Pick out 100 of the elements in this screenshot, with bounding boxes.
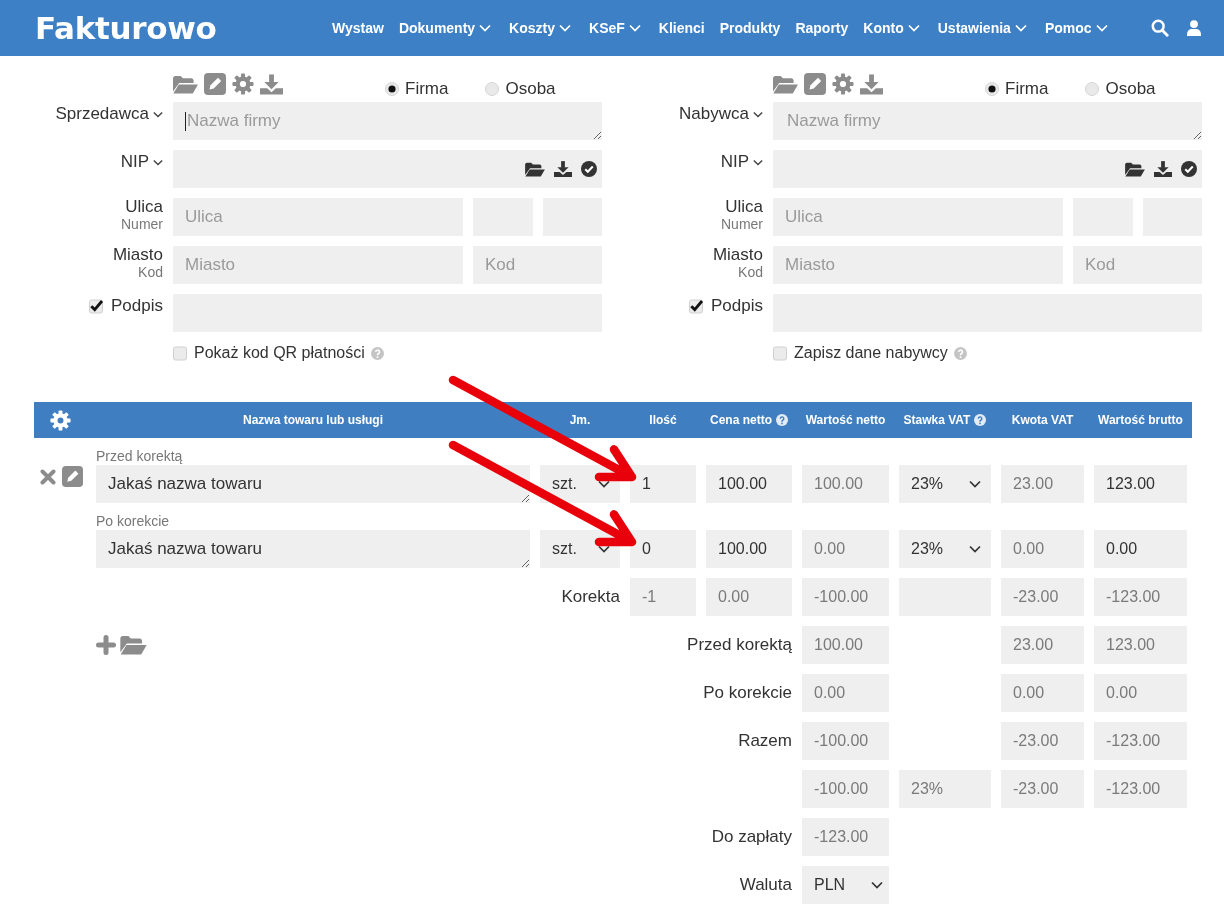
help-icon[interactable]: [974, 414, 987, 426]
column-header: Ilość: [649, 412, 677, 429]
radio-option[interactable]: Osoba: [1085, 79, 1156, 99]
company-name-field[interactable]: Nazwa firmy: [773, 102, 1202, 140]
help-icon[interactable]: [776, 414, 788, 426]
tax-id-dropdown[interactable]: NIP: [720, 152, 763, 172]
nav-menu-item[interactable]: KSeF: [589, 17, 644, 39]
radio-icon[interactable]: [485, 82, 500, 96]
city-field[interactable]: Miasto: [773, 246, 1063, 284]
edit-icon[interactable]: [62, 466, 83, 487]
row-label: Korekta: [561, 586, 620, 609]
edit-icon[interactable]: [804, 73, 826, 95]
quantity-field[interactable]: 0: [630, 530, 696, 568]
vat-total-field: -23.00: [1001, 722, 1084, 760]
postal-code-field[interactable]: Kod: [1073, 246, 1202, 284]
gross-value-field[interactable]: 123.00: [1094, 465, 1187, 503]
download-icon[interactable]: [554, 161, 572, 177]
radio-icon[interactable]: [985, 82, 999, 96]
postal-code-field[interactable]: Kod: [473, 246, 602, 284]
summary-label: Po korekcie: [703, 682, 792, 705]
checkbox-icon[interactable]: [689, 298, 704, 314]
chevron-down-icon: [871, 881, 883, 889]
tax-id-field[interactable]: [773, 150, 1202, 188]
city-field[interactable]: Miasto: [173, 246, 463, 284]
column-header: Jm.: [569, 412, 591, 429]
nav-menu-item[interactable]: Produkty: [719, 17, 781, 39]
column-header: Stawka VAT: [903, 412, 971, 429]
folder-icon[interactable]: [525, 161, 545, 177]
nav-menu-item[interactable]: Raporty: [795, 17, 849, 39]
company-name-field[interactable]: Nazwa firmy: [173, 102, 602, 140]
product-name-field[interactable]: Jakaś nazwa towaru: [96, 465, 530, 503]
chevron-down-icon: [598, 545, 610, 553]
nav-menu-item[interactable]: Wystaw: [332, 17, 384, 39]
tax-id-dropdown[interactable]: NIP: [120, 152, 163, 172]
column-header: Wartość netto: [805, 412, 886, 429]
net-total-field: -100.00: [802, 722, 889, 760]
net-value-field: 100.00: [802, 465, 889, 503]
party-role-dropdown[interactable]: Sprzedawca: [55, 104, 163, 124]
net-value-field: 0.00: [802, 530, 889, 568]
unit-select[interactable]: szt.: [540, 530, 620, 568]
currency-select[interactable]: PLN: [802, 866, 889, 904]
field-label: Ulica: [725, 198, 763, 216]
nav-menu-item[interactable]: Konto: [863, 17, 923, 39]
quantity-field: -1: [630, 578, 696, 616]
settings-icon[interactable]: [49, 409, 71, 431]
nav-menu-item[interactable]: Koszty: [509, 17, 574, 39]
folder-icon[interactable]: [1125, 161, 1145, 177]
party-role-dropdown[interactable]: Nabywca: [679, 104, 763, 124]
signature-checkbox[interactable]: Podpis: [89, 296, 163, 316]
checkbox-icon[interactable]: [773, 345, 788, 361]
nav-menu-item[interactable]: Pomoc: [1044, 17, 1111, 39]
radio-icon[interactable]: [1085, 82, 1100, 96]
chevron-down-icon: [598, 480, 610, 488]
check-circle-icon[interactable]: [581, 161, 597, 177]
nav-menu-item[interactable]: Ustawienia: [937, 17, 1030, 39]
vat-rate-field: 23%: [899, 770, 991, 808]
checkbox-icon[interactable]: [173, 345, 188, 361]
field-sublabel: Kod: [738, 264, 763, 281]
download-icon[interactable]: [1154, 161, 1172, 177]
vat-rate-select[interactable]: 23%: [899, 530, 991, 568]
radio-option[interactable]: Osoba: [485, 79, 556, 99]
radio-option[interactable]: Firma: [985, 79, 1049, 99]
nav-menu-item[interactable]: Dokumenty: [398, 17, 495, 39]
settings-icon[interactable]: [232, 73, 254, 95]
street-field[interactable]: Ulica: [773, 198, 1063, 236]
help-icon[interactable]: [953, 346, 967, 360]
column-header: Nazwa towaru lub usługi: [243, 412, 383, 429]
tax-id-field[interactable]: [173, 150, 602, 188]
product-name-field[interactable]: Jakaś nazwa towaru: [96, 530, 530, 568]
radio-option[interactable]: Firma: [385, 79, 449, 99]
check-circle-icon[interactable]: [1181, 161, 1197, 177]
summary-label: Przed korektą: [687, 634, 792, 657]
edit-icon[interactable]: [204, 73, 226, 95]
chevron-down-icon: [753, 110, 763, 118]
plus-icon[interactable]: [96, 635, 116, 655]
settings-icon[interactable]: [832, 73, 854, 95]
vat-amount-field: 23.00: [1001, 465, 1084, 503]
gross-value-field[interactable]: 0.00: [1094, 530, 1187, 568]
column-header: Kwota VAT: [1011, 412, 1074, 429]
option-checkbox[interactable]: Pokaż kod QR płatności: [173, 343, 365, 363]
street-field[interactable]: Ulica: [173, 198, 463, 236]
chevron-down-icon: [153, 158, 163, 166]
nav-menu-item[interactable]: Klienci: [658, 17, 705, 39]
signature-checkbox[interactable]: Podpis: [689, 296, 763, 316]
field-label: Ulica: [125, 198, 163, 216]
vat-rate-select[interactable]: 23%: [899, 465, 991, 503]
field-sublabel: Numer: [121, 216, 163, 233]
unit-price-field[interactable]: 100.00: [706, 530, 792, 568]
app-logo[interactable]: Fakturowo: [35, 10, 217, 46]
checkbox-icon[interactable]: [89, 298, 104, 314]
quantity-field[interactable]: 1: [630, 465, 696, 503]
radio-icon[interactable]: [385, 82, 399, 96]
help-icon[interactable]: [370, 346, 384, 360]
delete-icon[interactable]: [40, 468, 56, 485]
summary-label: Do zapłaty: [711, 826, 792, 849]
search-icon[interactable]: [1151, 19, 1169, 37]
option-checkbox[interactable]: Zapisz dane nabywcy: [773, 343, 948, 363]
vat-amount-field: 0.00: [1001, 530, 1084, 568]
user-icon[interactable]: [1187, 20, 1201, 36]
unit-price-field[interactable]: 100.00: [706, 465, 792, 503]
